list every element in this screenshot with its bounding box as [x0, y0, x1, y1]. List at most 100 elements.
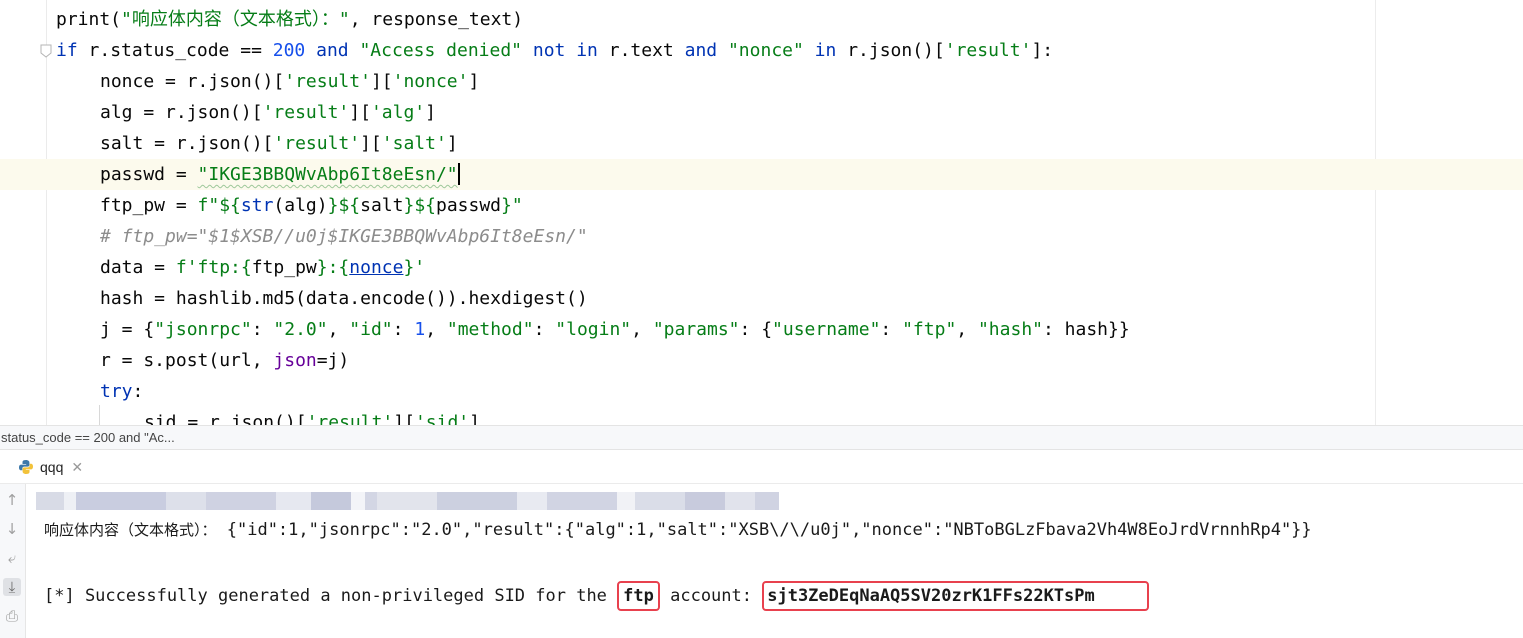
code-line[interactable]: salt = r.json()['result']['salt']	[0, 128, 1523, 159]
code-token: }${	[403, 195, 436, 216]
code-token: ,	[631, 319, 653, 340]
code-token: ,	[956, 319, 978, 340]
code-token: "IKGE3BBQWvAbp6It8eEsn/"	[197, 164, 458, 185]
code-token: "响应体内容（文本格式）："	[121, 9, 350, 30]
code-token: =j)	[316, 350, 350, 371]
code-token: , response_text)	[349, 9, 524, 30]
code-token: try	[100, 381, 133, 402]
code-token: not in	[532, 40, 598, 61]
breadcrumb[interactable]: status_code == 200 and "Ac...	[0, 425, 1523, 450]
code-token: 200	[272, 40, 306, 61]
code-editor[interactable]: print("响应体内容（文本格式）：", response_text) if r…	[0, 0, 1523, 425]
console-output[interactable]: 响应体内容（文本格式）： {"id":1,"jsonrpc":"2.0","re…	[26, 484, 1523, 638]
run-toolbar: ↑ ↓ ⤶ ⤓ ⎙	[0, 484, 26, 638]
code-line[interactable]: hash = hashlib.md5(data.encode()).hexdig…	[0, 283, 1523, 314]
code-token: f"${	[197, 195, 241, 216]
code-token: :	[533, 319, 556, 340]
run-tab[interactable]: qqq ✕	[18, 450, 83, 484]
code-token: 'nonce'	[392, 71, 469, 92]
redacted-output-line	[36, 492, 779, 510]
code-token: nonce	[349, 257, 404, 278]
code-line[interactable]: r = s.post(url, json=j)	[0, 345, 1523, 376]
run-tab-label: qqq	[40, 459, 64, 475]
response-label: 响应体内容（文本格式）：	[44, 521, 217, 539]
code-line[interactable]: nonce = r.json()['result']['nonce']	[0, 66, 1523, 97]
code-token: 'result'	[284, 71, 371, 92]
code-token: # ftp_pw="$1$XSB//u0j$IKGE3BBQWvAbp6It8e…	[100, 226, 588, 247]
success-prefix: [*] Successfully generated a non-privile…	[44, 586, 618, 606]
code-token: 'salt'	[381, 133, 447, 154]
code-token: if	[56, 40, 89, 61]
breadcrumb-item[interactable]: status_code == 200 and "Ac...	[1, 430, 175, 445]
run-panel-header: qqq ✕	[0, 450, 1523, 484]
soft-wrap-icon[interactable]: ⤶	[3, 549, 21, 567]
code-token: passwd	[436, 195, 502, 216]
code-line[interactable]: passwd = "IKGE3BBQWvAbp6It8eEsn/"	[0, 159, 1523, 190]
code-token: str	[240, 195, 274, 216]
code-token: ftp_pw =	[100, 195, 198, 216]
code-token: :	[251, 319, 274, 340]
code-token: and	[684, 40, 718, 61]
close-icon[interactable]: ✕	[71, 459, 83, 476]
code-token: : {	[739, 319, 773, 340]
code-line[interactable]: ftp_pw = f"${str(alg)}${salt}${passwd}"	[0, 190, 1523, 221]
code-token: 'result'	[944, 40, 1032, 61]
code-token: : hash}}	[1043, 319, 1130, 340]
scroll-to-end-icon[interactable]: ⤓	[3, 578, 21, 596]
success-output-line: [*] Successfully generated a non-privile…	[44, 581, 1149, 611]
code-token: (alg)	[273, 195, 328, 216]
code-token: 'alg'	[370, 102, 426, 123]
code-token: ][	[349, 102, 371, 123]
code-token: }'	[403, 257, 426, 278]
code-token: f'ftp:{	[175, 257, 252, 278]
code-token: 'result'	[306, 412, 394, 425]
code-token: r.text	[597, 40, 685, 61]
code-token: ,	[327, 319, 350, 340]
code-token: j = {	[100, 319, 155, 340]
code-line[interactable]: try:	[0, 376, 1523, 407]
indent-guide	[99, 405, 100, 425]
code-token: 'result'	[273, 133, 361, 154]
response-json: {"id":1,"jsonrpc":"2.0","result":{"alg":…	[216, 520, 1312, 540]
code-line[interactable]: sid = r.json()['result']['sid']	[0, 407, 1523, 425]
code-line[interactable]: # ftp_pw="$1$XSB//u0j$IKGE3BBQWvAbp6It8e…	[0, 221, 1523, 252]
code-token: "nonce"	[727, 40, 804, 61]
code-token: }${	[327, 195, 361, 216]
code-token: "hash"	[977, 319, 1043, 340]
code-token: json	[273, 350, 317, 371]
code-token: ][	[370, 71, 393, 92]
code-token: "username"	[772, 319, 881, 340]
code-token: "login"	[555, 319, 632, 340]
code-line[interactable]: if r.status_code == 200 and "Access deni…	[0, 35, 1523, 66]
print-icon[interactable]: ⎙	[3, 607, 21, 625]
response-output-line: 响应体内容（文本格式）： {"id":1,"jsonrpc":"2.0","re…	[44, 519, 1312, 540]
code-token: r.json()[	[836, 40, 945, 61]
code-token: ][	[393, 412, 415, 425]
code-token: hash = hashlib.md5(data.encode()).hexdig…	[100, 288, 588, 309]
code-token: }:{	[316, 257, 350, 278]
code-line[interactable]: print("响应体内容（文本格式）：", response_text)	[0, 4, 1523, 35]
scroll-up-icon[interactable]: ↑	[3, 491, 21, 509]
code-token: }"	[501, 195, 523, 216]
code-token: r.status_code ==	[88, 40, 273, 61]
code-line[interactable]: data = f'ftp:{ftp_pw}:{nonce}'	[0, 252, 1523, 283]
code-token: ftp_pw	[251, 257, 317, 278]
code-line[interactable]: alg = r.json()['result']['alg']	[0, 97, 1523, 128]
code-token: ]	[469, 412, 480, 425]
code-token: 'sid'	[414, 412, 470, 425]
code-token: "id"	[349, 319, 393, 340]
code-token: 'result'	[262, 102, 350, 123]
code-token: "ftp"	[902, 319, 957, 340]
text-caret	[457, 163, 460, 185]
code-token: :	[880, 319, 903, 340]
code-token: and	[316, 40, 349, 61]
scroll-down-icon[interactable]: ↓	[3, 520, 21, 538]
code-line[interactable]: j = {"jsonrpc": "2.0", "id": 1, "method"…	[0, 314, 1523, 345]
code-token: "jsonrpc"	[154, 319, 252, 340]
code-token: ]	[468, 71, 480, 92]
success-middle: account:	[659, 586, 763, 606]
